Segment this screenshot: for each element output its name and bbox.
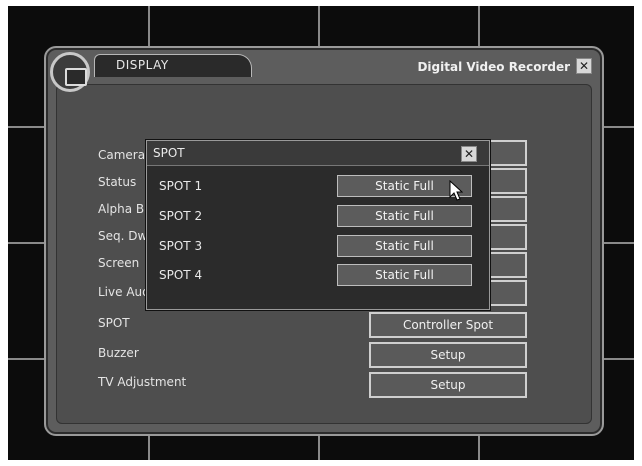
- tv-adjustment-setup-button[interactable]: Setup: [369, 372, 527, 398]
- row-label-screen: Screen: [98, 256, 140, 270]
- spot-button[interactable]: Controller Spot: [369, 312, 527, 338]
- row-label-spot: SPOT: [98, 316, 130, 330]
- spot-2-label: SPOT 2: [159, 209, 203, 223]
- spot-close-button[interactable]: ✕: [461, 146, 477, 162]
- monitor-icon: [65, 68, 87, 86]
- spot-4-mode-button[interactable]: Static Full: [337, 264, 472, 286]
- buzzer-setup-button[interactable]: Setup: [369, 342, 527, 368]
- spot-dialog-title: SPOT: [153, 146, 185, 160]
- row-label-tv-adjustment: TV Adjustment: [98, 375, 187, 389]
- display-title: DISPLAY: [116, 58, 169, 72]
- mouse-cursor-icon: [449, 180, 463, 201]
- monitor-icon-ring: [50, 52, 90, 92]
- spot-3-mode-button[interactable]: Static Full: [337, 235, 472, 257]
- row-label-status: Status: [98, 175, 137, 189]
- spot-4-label: SPOT 4: [159, 268, 203, 282]
- spot-1-label: SPOT 1: [159, 179, 203, 193]
- close-button[interactable]: ✕: [576, 58, 592, 74]
- app-title: Digital Video Recorder: [417, 60, 570, 74]
- spot-dialog-header: [147, 141, 489, 166]
- row-label-buzzer: Buzzer: [98, 346, 139, 360]
- spot-dialog: SPOT ✕ SPOT 1 Static Full SPOT 2 Static …: [146, 140, 490, 310]
- spot-3-label: SPOT 3: [159, 239, 203, 253]
- spot-2-mode-button[interactable]: Static Full: [337, 205, 472, 227]
